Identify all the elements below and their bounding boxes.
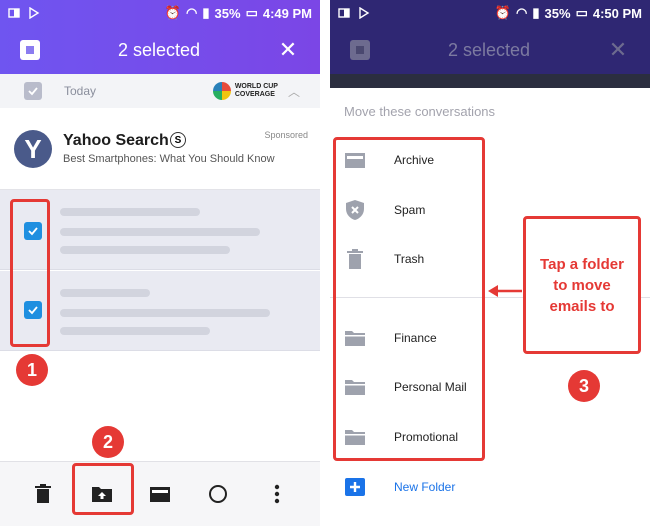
instruction-callout: Tap a folder to move emails to: [523, 216, 641, 354]
alarm-icon: ⏰: [164, 5, 182, 20]
yahoo-avatar: Y: [14, 130, 52, 168]
alarm-icon: ⏰: [494, 5, 512, 20]
arrow-left-icon: [488, 285, 522, 297]
badge-line2: COVERAGE: [234, 91, 275, 98]
callout-line3: emails to: [549, 297, 615, 315]
new-folder-label: New Folder: [394, 480, 456, 494]
selection-app-bar: 2 selected ✕: [330, 26, 650, 74]
ad-s-badge-icon: S: [170, 132, 186, 148]
step-1-marker: 1: [16, 354, 48, 386]
blurred-sender: [60, 289, 150, 297]
sponsored-ad-row[interactable]: Y Yahoo Search S Best Smartphones: What …: [0, 108, 320, 190]
highlight-folder-list: [333, 137, 485, 461]
battery-percent: 35%: [214, 5, 241, 21]
sheet-title: Move these conversations: [344, 104, 496, 119]
world-cup-badge[interactable]: WORLD CUP COVERAGE: [212, 82, 278, 100]
clock: 4:49 PM: [262, 5, 312, 21]
callout-line1: Tap a folder: [540, 255, 624, 273]
today-section-header: Today WORLD CUP COVERAGE ︿: [0, 74, 320, 108]
archive-icon[interactable]: [144, 478, 176, 510]
step-3-marker: 3: [568, 370, 600, 402]
ad-title: Yahoo Search: [63, 132, 169, 149]
play-store-icon: [29, 7, 40, 19]
blurred-subject: [60, 228, 260, 236]
status-bar: ⏰ ◠ ▮ 35% ▭ 4:50 PM: [330, 0, 650, 26]
play-store-icon: [359, 7, 370, 19]
status-bar: ⏰ ◠ ▮ 35% ▭ 4:49 PM: [0, 0, 320, 26]
close-selection-button: ✕: [608, 37, 628, 62]
selection-count: 2 selected: [117, 39, 201, 60]
battery-icon: ▭: [575, 5, 588, 20]
world-cup-logo-icon: [212, 82, 231, 100]
close-selection-button[interactable]: ✕: [278, 37, 298, 63]
empty-list-area: [0, 353, 320, 461]
blurred-subject: [60, 309, 270, 317]
ad-subtitle: Best Smartphones: What You Should Know: [63, 153, 275, 165]
signal-icon: ▮: [532, 5, 540, 20]
select-all-checkbox: [350, 40, 370, 60]
sponsored-label: Sponsored: [264, 130, 308, 140]
chevron-up-icon[interactable]: ︿: [288, 83, 300, 100]
battery-percent: 35%: [544, 5, 571, 21]
add-folder-icon: [344, 476, 366, 498]
new-folder-button[interactable]: New Folder: [330, 464, 650, 510]
bulk-action-bar: [0, 461, 320, 526]
badge-line1: WORLD CUP: [234, 83, 278, 90]
today-label: Today: [64, 84, 97, 98]
more-vert-icon[interactable]: [261, 478, 293, 510]
blurred-sender: [60, 208, 200, 216]
mark-unread-circle-icon[interactable]: [202, 478, 234, 510]
screen-mirror-icon: [8, 8, 20, 18]
trash-icon[interactable]: [27, 478, 59, 510]
signal-icon: ▮: [202, 5, 210, 20]
selection-app-bar: 2 selected ✕: [0, 26, 320, 74]
dimmed-background: [330, 74, 650, 88]
screen-mirror-icon: [338, 8, 350, 18]
battery-icon: ▭: [245, 5, 258, 20]
blurred-preview: [60, 246, 230, 254]
wifi-icon: ◠: [516, 5, 528, 20]
wifi-icon: ◠: [186, 5, 198, 20]
blurred-preview: [60, 327, 210, 335]
highlight-checkboxes: [10, 199, 50, 347]
selection-count: 2 selected: [447, 39, 531, 60]
highlight-move-button: [72, 463, 134, 515]
clock: 4:50 PM: [592, 5, 642, 21]
select-all-checkbox[interactable]: [20, 40, 40, 60]
callout-line2: to move: [553, 276, 611, 294]
today-select-checkbox[interactable]: [24, 82, 42, 100]
step-2-marker: 2: [92, 426, 124, 458]
